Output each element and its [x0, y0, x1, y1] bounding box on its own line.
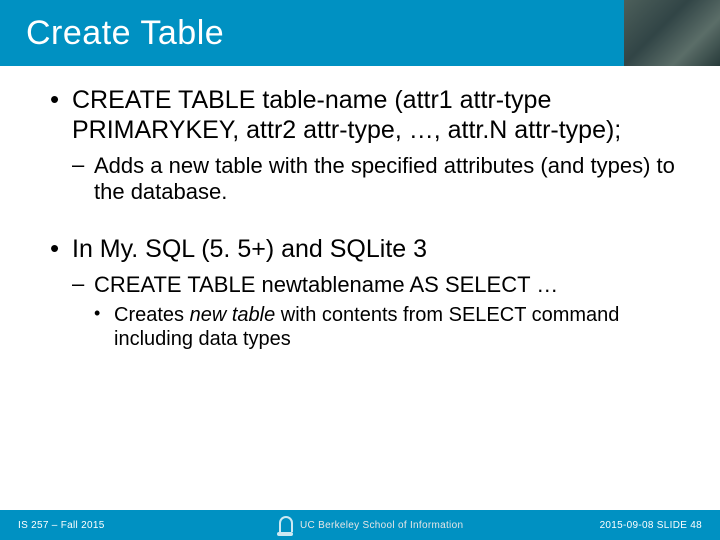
bullet-text: CREATE TABLE newtablename AS SELECT …	[94, 272, 686, 298]
slide-container: Create Table CREATE TABLE table-name (at…	[0, 0, 720, 540]
footer-bar: IS 257 – Fall 2015 UC Berkeley School of…	[0, 510, 720, 540]
slide-body: CREATE TABLE table-name (attr1 attr-type…	[0, 66, 720, 352]
footer-right: 2015-09-08 SLIDE 48	[600, 520, 702, 531]
bullet-text: In My. SQL (5. 5+) and SQLite 3	[72, 235, 686, 265]
decorative-photo	[624, 0, 720, 66]
footer-left: IS 257 – Fall 2015	[18, 520, 105, 531]
bullet-lvl1: CREATE TABLE table-name (attr1 attr-type…	[50, 86, 686, 205]
bullet-lvl2: Adds a new table with the specified attr…	[72, 153, 686, 205]
text-span: Creates	[114, 304, 190, 326]
logo-icon	[276, 514, 294, 536]
slide-title: Create Table	[26, 14, 224, 53]
footer-center: UC Berkeley School of Information	[300, 520, 463, 531]
bullet-lvl2: CREATE TABLE newtablename AS SELECT … Cr…	[72, 272, 686, 351]
footer-logo: UC Berkeley School of Information	[276, 514, 463, 536]
title-bar: Create Table	[0, 0, 720, 66]
bullet-lvl1: In My. SQL (5. 5+) and SQLite 3 CREATE T…	[50, 235, 686, 352]
bullet-text: Creates new table with contents from SEL…	[114, 304, 686, 351]
bullet-text: CREATE TABLE table-name (attr1 attr-type…	[72, 86, 686, 145]
bullet-lvl3: Creates new table with contents from SEL…	[94, 304, 686, 351]
text-italic: new table	[190, 304, 276, 326]
bullet-text: Adds a new table with the specified attr…	[94, 153, 686, 205]
